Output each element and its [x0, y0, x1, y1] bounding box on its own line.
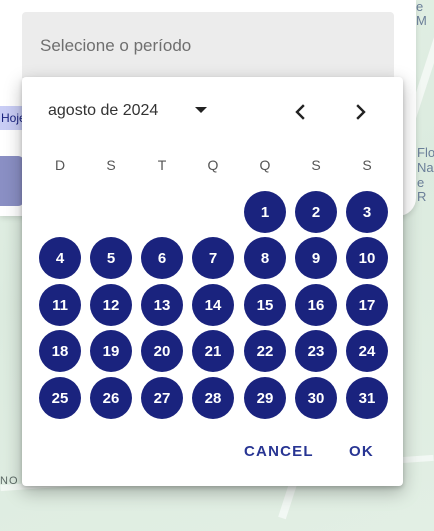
day-cell[interactable]: 23 [295, 330, 337, 372]
day-cell[interactable]: 28 [192, 377, 234, 419]
day-cell[interactable]: 24 [346, 330, 388, 372]
map-label-right-3: e R [417, 175, 427, 204]
day-cell[interactable]: 11 [39, 284, 81, 326]
day-cell[interactable]: 20 [141, 330, 183, 372]
weekday-label: D [54, 157, 66, 173]
map-label-top-right: e M [416, 0, 427, 28]
weekday-label: S [311, 157, 321, 173]
period-placeholder: Selecione o período [40, 36, 192, 55]
weekday-label: Q [259, 157, 271, 173]
period-input[interactable]: Selecione o período [22, 12, 394, 78]
weekday-label: T [157, 157, 167, 173]
day-cell[interactable]: 1 [244, 191, 286, 233]
day-cell[interactable]: 14 [192, 284, 234, 326]
day-cell[interactable]: 18 [39, 330, 81, 372]
day-cell[interactable]: 31 [346, 377, 388, 419]
day-cell[interactable]: 5 [90, 237, 132, 279]
weekday-label: S [106, 157, 116, 173]
day-cell[interactable]: 15 [244, 284, 286, 326]
day-cell[interactable]: 25 [39, 377, 81, 419]
day-cell[interactable]: 16 [295, 284, 337, 326]
picker-header: agosto de 2024 [22, 77, 403, 141]
day-cell[interactable]: 10 [346, 237, 388, 279]
map-label-right-1: Flo [417, 145, 434, 160]
day-cell[interactable]: 13 [141, 284, 183, 326]
day-cell[interactable]: 30 [295, 377, 337, 419]
day-cell[interactable]: 22 [244, 330, 286, 372]
today-chip[interactable]: Hoje [0, 106, 23, 130]
day-cell[interactable]: 6 [141, 237, 183, 279]
month-year-label[interactable]: agosto de 2024 [48, 102, 158, 120]
day-cell[interactable]: 21 [192, 330, 234, 372]
day-cell[interactable]: 19 [90, 330, 132, 372]
chevron-left-icon[interactable] [285, 97, 315, 127]
cancel-button[interactable]: CANCEL [244, 443, 314, 460]
weekday-label: Q [207, 157, 219, 173]
day-cell[interactable]: 27 [141, 377, 183, 419]
arrow-drop-down-icon[interactable] [190, 99, 212, 121]
day-cell[interactable]: 12 [90, 284, 132, 326]
day-cell[interactable]: 8 [244, 237, 286, 279]
day-cell[interactable]: 7 [192, 237, 234, 279]
weekday-label: S [362, 157, 372, 173]
map-label-bottom-left: NO [0, 475, 19, 487]
day-cell[interactable]: 4 [39, 237, 81, 279]
day-cell[interactable]: 2 [295, 191, 337, 233]
map-label-right-2: Nac [417, 160, 434, 175]
day-cell[interactable]: 29 [244, 377, 286, 419]
day-cell[interactable]: 3 [346, 191, 388, 233]
side-button[interactable] [0, 156, 24, 206]
day-cell[interactable]: 9 [295, 237, 337, 279]
day-cell[interactable]: 17 [346, 284, 388, 326]
day-cell[interactable]: 26 [90, 377, 132, 419]
date-picker-dialog: agosto de 2024 DSTQQSS 1 2 3 4 5 6 7 8 9 10 11 12 13… [22, 77, 403, 486]
ok-button[interactable]: OK [349, 443, 374, 460]
chevron-right-icon[interactable] [346, 97, 376, 127]
